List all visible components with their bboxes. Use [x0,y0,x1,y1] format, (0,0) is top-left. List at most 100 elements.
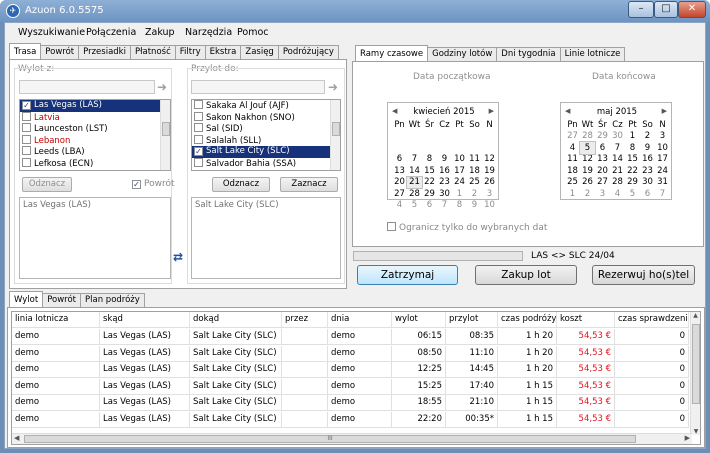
tab-departure-results[interactable]: Wylot [9,291,44,307]
tab-airlines[interactable]: Linie lotnicze [559,47,626,61]
title-bar[interactable]: ✈ Azuon 6.0.5575 – □ ✕ [0,0,710,22]
list-item[interactable]: Sakaka Al Jouf (AJF) [192,100,340,112]
checkbox-unchecked-icon[interactable] [194,111,203,121]
calendar-day[interactable]: 13 [392,165,407,177]
calendar-day[interactable]: 28 [580,131,595,143]
checkbox-checked-icon[interactable]: ✓ [22,101,31,110]
calendar-day[interactable]: 6 [392,154,407,166]
tab-itinerary[interactable]: Plan podróży [80,293,145,307]
checkbox-checked-icon[interactable]: ✓ [194,147,203,156]
calendar-day[interactable]: 8 [452,200,467,212]
list-item[interactable]: Lebanon [20,134,170,147]
departure-selection-box[interactable]: Las Vegas (LAS) [19,197,171,279]
list-item[interactable]: ✓ Salt Lake City (SLC) [192,146,340,158]
departure-search-input[interactable] [19,80,155,94]
menu-tools[interactable]: Narzędzia [185,27,232,38]
start-calendar[interactable]: ◀ kwiecień 2015 ▶ Pn Wt Śr Cz Pt So N 6 7 8 9 10 11 1… [387,102,499,210]
calendar-day[interactable]: 30 [610,131,625,143]
calendar-day[interactable]: 19 [482,165,497,177]
departure-clear-button[interactable]: Odznacz [22,177,72,192]
calendar-day[interactable]: 4 [565,142,580,154]
calendar-day[interactable]: 2 [640,131,655,143]
calendar-day[interactable]: 14 [407,165,422,177]
list-item[interactable]: Salalah (SLL) [192,134,340,147]
calendar-day[interactable]: 5 [579,141,596,155]
calendar-day[interactable]: 12 [580,154,595,166]
calendar-day[interactable] [422,131,437,143]
arrow-right-icon[interactable]: ➜ [328,81,342,93]
tab-extra[interactable]: Ekstra [204,45,242,59]
buy-flight-button[interactable]: Zakup lot [475,265,577,285]
calendar-day[interactable]: 24 [655,165,670,177]
calendar-day[interactable] [437,142,452,154]
maximize-button[interactable]: □ [654,1,678,18]
calendar-day[interactable]: 18 [467,165,482,177]
arrival-clear-button[interactable]: Odznacz [212,177,270,192]
next-month-icon[interactable]: ▶ [489,107,494,115]
calendar-day[interactable] [452,142,467,154]
calendar-day[interactable]: 28 [610,177,625,189]
calendar-day[interactable]: 26 [580,177,595,189]
calendar-day[interactable]: 23 [640,165,655,177]
calendar-day[interactable]: 20 [595,165,610,177]
list-item[interactable]: Launceston (LST) [20,123,170,135]
tab-payment[interactable]: Płatność [129,45,176,59]
tab-weekdays[interactable]: Dni tygodnia [496,47,561,61]
calendar-day[interactable]: 5 [407,200,422,212]
calendar-day[interactable]: 21 [610,165,625,177]
calendar-day[interactable]: 22 [625,165,640,177]
checkbox-unchecked-icon[interactable] [194,134,203,144]
calendar-day[interactable]: 17 [655,154,670,166]
checkbox-unchecked-icon[interactable] [22,123,31,132]
table-row[interactable]: demo Las Vegas (LAS) Salt Lake City (SLC) d… [12,378,700,395]
calendar-day[interactable] [482,131,497,143]
calendar-day[interactable]: 9 [640,142,655,154]
calendar-day[interactable]: 21 [406,175,423,189]
checkbox-unchecked-icon[interactable] [22,146,31,155]
calendar-day[interactable] [452,131,467,143]
calendar-day[interactable]: 1 [625,131,640,143]
calendar-day[interactable]: 22 [422,177,437,189]
calendar-day[interactable]: 9 [437,154,452,166]
calendar-day[interactable]: 30 [640,177,655,189]
calendar-day[interactable] [422,142,437,154]
calendar-day[interactable]: 8 [422,154,437,166]
calendar-day[interactable] [407,131,422,143]
limit-dates-checkbox[interactable]: Ogranicz tylko do wybranych dat [387,222,547,233]
calendar-day[interactable]: 26 [482,177,497,189]
calendar-day[interactable]: 27 [392,188,407,200]
scroll-right-icon[interactable]: ▶ [685,434,690,442]
column-header[interactable]: linia lotnicza [12,312,100,328]
calendar-day[interactable]: 6 [422,200,437,212]
minimize-button[interactable]: – [628,1,654,18]
calendar-day[interactable]: 7 [437,200,452,212]
calendar-day[interactable]: 7 [407,154,422,166]
tab-return-results[interactable]: Powrót [42,293,82,307]
swap-arrows-icon[interactable]: ⇄ [173,250,183,264]
calendar-day[interactable]: 1 [452,188,467,200]
calendar-day[interactable] [482,142,497,154]
calendar-day[interactable]: 7 [655,188,670,200]
column-header[interactable]: skąd [100,312,190,328]
tab-transfers[interactable]: Przesiadki [78,45,131,59]
arrow-right-icon[interactable]: ➜ [157,81,171,93]
calendar-day[interactable]: 18 [565,165,580,177]
departure-scrollbar[interactable] [160,100,170,170]
calendar-day[interactable]: 2 [580,188,595,200]
calendar-day[interactable]: 14 [610,154,625,166]
calendar-day[interactable]: 27 [565,131,580,143]
table-row[interactable]: demo Las Vegas (LAS) Salt Lake City (SLC) d… [12,329,700,345]
calendar-day[interactable]: 25 [467,177,482,189]
calendar-day[interactable]: 30 [437,188,452,200]
results-grid[interactable]: linia lotnicza skąd dokąd przez dnia wylot prz… [11,311,701,445]
calendar-day[interactable]: 23 [437,177,452,189]
menu-help[interactable]: Pomoc [237,27,269,38]
tab-flight-hours[interactable]: Godziny lotów [427,47,498,61]
calendar-day[interactable]: 11 [565,154,580,166]
tab-range[interactable]: Zasięg [240,45,279,59]
list-item[interactable]: Lefkosa (ECN) [20,157,170,170]
tab-route[interactable]: Trasa [9,43,42,59]
calendar-day[interactable]: 5 [625,188,640,200]
list-item[interactable]: Sakon Nakhon (SNO) [192,111,340,124]
tab-time-frames[interactable]: Ramy czasowe [355,45,429,61]
